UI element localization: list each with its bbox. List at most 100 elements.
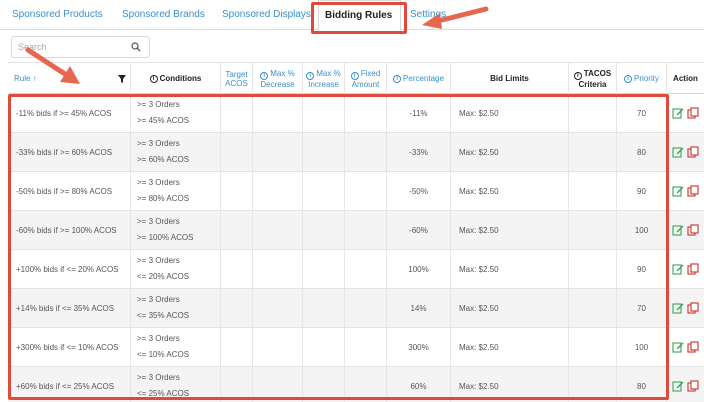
column-header-max-decrease[interactable]: i Max % Decrease — [252, 63, 302, 94]
copy-icon[interactable] — [687, 185, 699, 197]
condition-acos: >= 45% ACOS — [137, 116, 190, 125]
target-acos-cell — [220, 367, 252, 402]
percentage-cell: -60% — [386, 211, 450, 249]
info-icon: i — [393, 74, 402, 83]
filter-icon[interactable] — [118, 75, 126, 83]
target-acos-cell — [220, 172, 252, 210]
actions-cell — [666, 328, 704, 366]
table-row[interactable]: -33% bids if >= 60% ACOS >= 3 Orders >= 6… — [8, 133, 704, 172]
column-header-conditions[interactable]: i Conditions — [130, 63, 220, 94]
table-row[interactable]: +100% bids if <= 20% ACOS >= 3 Orders <= … — [8, 250, 704, 289]
rule-cell: +100% bids if <= 20% ACOS — [16, 264, 119, 274]
max-increase-cell — [302, 367, 344, 402]
column-header-fixed-amount[interactable]: i Fixed Amount — [344, 63, 386, 94]
search-input[interactable] — [12, 37, 130, 57]
copy-icon[interactable] — [687, 380, 699, 392]
tab-sponsored-products[interactable]: Sponsored Products — [6, 0, 109, 30]
info-icon: i — [624, 74, 633, 83]
bid-limits-cell: Max: $2.50 — [450, 133, 568, 171]
tab-bidding-rules[interactable]: Bidding Rules — [318, 0, 401, 31]
fixed-amount-cell — [344, 94, 386, 132]
column-label-action: Action — [673, 74, 698, 83]
copy-icon[interactable] — [687, 302, 699, 314]
condition-acos: <= 25% ACOS — [137, 389, 190, 398]
search-box[interactable] — [11, 36, 150, 58]
copy-icon[interactable] — [687, 107, 699, 119]
condition-orders: >= 3 Orders — [137, 295, 180, 304]
priority-cell: 70 — [616, 289, 666, 327]
column-label-conditions: Conditions — [159, 74, 202, 83]
info-icon: i — [350, 71, 359, 80]
fixed-amount-cell — [344, 172, 386, 210]
tacos-criteria-cell — [568, 211, 616, 249]
conditions-cell: >= 3 Orders <= 25% ACOS — [130, 367, 220, 402]
edit-icon[interactable] — [672, 185, 684, 197]
max-increase-cell — [302, 211, 344, 249]
max-decrease-cell — [252, 328, 302, 366]
copy-icon[interactable] — [687, 263, 699, 275]
tacos-criteria-cell — [568, 328, 616, 366]
column-header-max-increase[interactable]: i Max % Increase — [302, 63, 344, 94]
max-increase-cell — [302, 172, 344, 210]
tacos-criteria-cell — [568, 94, 616, 132]
max-decrease-cell — [252, 367, 302, 402]
bid-limits-cell: Max: $2.50 — [450, 289, 568, 327]
priority-cell: 90 — [616, 172, 666, 210]
bid-limits-cell: Max: $2.50 — [450, 250, 568, 288]
condition-orders: >= 3 Orders — [137, 256, 180, 265]
bid-limits-cell: Max: $2.50 — [450, 367, 568, 402]
condition-acos: <= 10% ACOS — [137, 350, 190, 359]
copy-icon[interactable] — [687, 224, 699, 236]
priority-cell: 80 — [616, 367, 666, 402]
table-row[interactable]: -50% bids if >= 80% ACOS >= 3 Orders >= 8… — [8, 172, 704, 211]
tab-sponsored-displays[interactable]: Sponsored Displays — [216, 0, 317, 30]
table-row[interactable]: +300% bids if <= 10% ACOS >= 3 Orders <= … — [8, 328, 704, 367]
edit-icon[interactable] — [672, 380, 684, 392]
actions-cell — [666, 367, 704, 402]
copy-icon[interactable] — [687, 341, 699, 353]
max-decrease-cell — [252, 133, 302, 171]
max-increase-cell — [302, 133, 344, 171]
edit-icon[interactable] — [672, 146, 684, 158]
table-row[interactable]: +14% bids if <= 35% ACOS >= 3 Orders <= 3… — [8, 289, 704, 328]
conditions-cell: >= 3 Orders >= 45% ACOS — [130, 94, 220, 132]
conditions-cell: >= 3 Orders <= 20% ACOS — [130, 250, 220, 288]
actions-cell — [666, 211, 704, 249]
percentage-cell: 14% — [386, 289, 450, 327]
column-header-target-acos[interactable]: Target ACOS — [220, 63, 252, 94]
priority-cell: 100 — [616, 211, 666, 249]
edit-icon[interactable] — [672, 302, 684, 314]
table-row[interactable]: +60% bids if <= 25% ACOS >= 3 Orders <= 2… — [8, 367, 704, 402]
condition-orders: >= 3 Orders — [137, 178, 180, 187]
edit-icon[interactable] — [672, 224, 684, 236]
column-header-rule[interactable]: Rule ↑ — [8, 63, 130, 94]
column-header-action: Action — [666, 63, 704, 94]
conditions-cell: >= 3 Orders >= 80% ACOS — [130, 172, 220, 210]
priority-cell: 70 — [616, 94, 666, 132]
actions-cell — [666, 289, 704, 327]
bid-limits-cell: Max: $2.50 — [450, 172, 568, 210]
percentage-cell: 60% — [386, 367, 450, 402]
tab-sponsored-brands[interactable]: Sponsored Brands — [116, 0, 211, 30]
tab-settings[interactable]: Settings — [404, 0, 452, 30]
bid-limits-cell: Max: $2.50 — [450, 211, 568, 249]
column-header-percentage[interactable]: i Percentage — [386, 63, 450, 94]
edit-icon[interactable] — [672, 107, 684, 119]
fixed-amount-cell — [344, 328, 386, 366]
condition-orders: >= 3 Orders — [137, 334, 180, 343]
search-icon[interactable] — [131, 42, 141, 52]
table-body: -11% bids if >= 45% ACOS >= 3 Orders >= 4… — [8, 94, 704, 402]
column-header-priority[interactable]: i Priority — [616, 63, 666, 94]
edit-icon[interactable] — [672, 341, 684, 353]
target-acos-cell — [220, 94, 252, 132]
column-label-percentage: Percentage — [403, 74, 444, 83]
conditions-cell: >= 3 Orders >= 60% ACOS — [130, 133, 220, 171]
percentage-cell: -11% — [386, 94, 450, 132]
tacos-criteria-cell — [568, 250, 616, 288]
table-row[interactable]: -60% bids if >= 100% ACOS >= 3 Orders >= … — [8, 211, 704, 250]
copy-icon[interactable] — [687, 146, 699, 158]
table-row[interactable]: -11% bids if >= 45% ACOS >= 3 Orders >= 4… — [8, 94, 704, 133]
target-acos-cell — [220, 289, 252, 327]
condition-acos: <= 35% ACOS — [137, 311, 190, 320]
edit-icon[interactable] — [672, 263, 684, 275]
